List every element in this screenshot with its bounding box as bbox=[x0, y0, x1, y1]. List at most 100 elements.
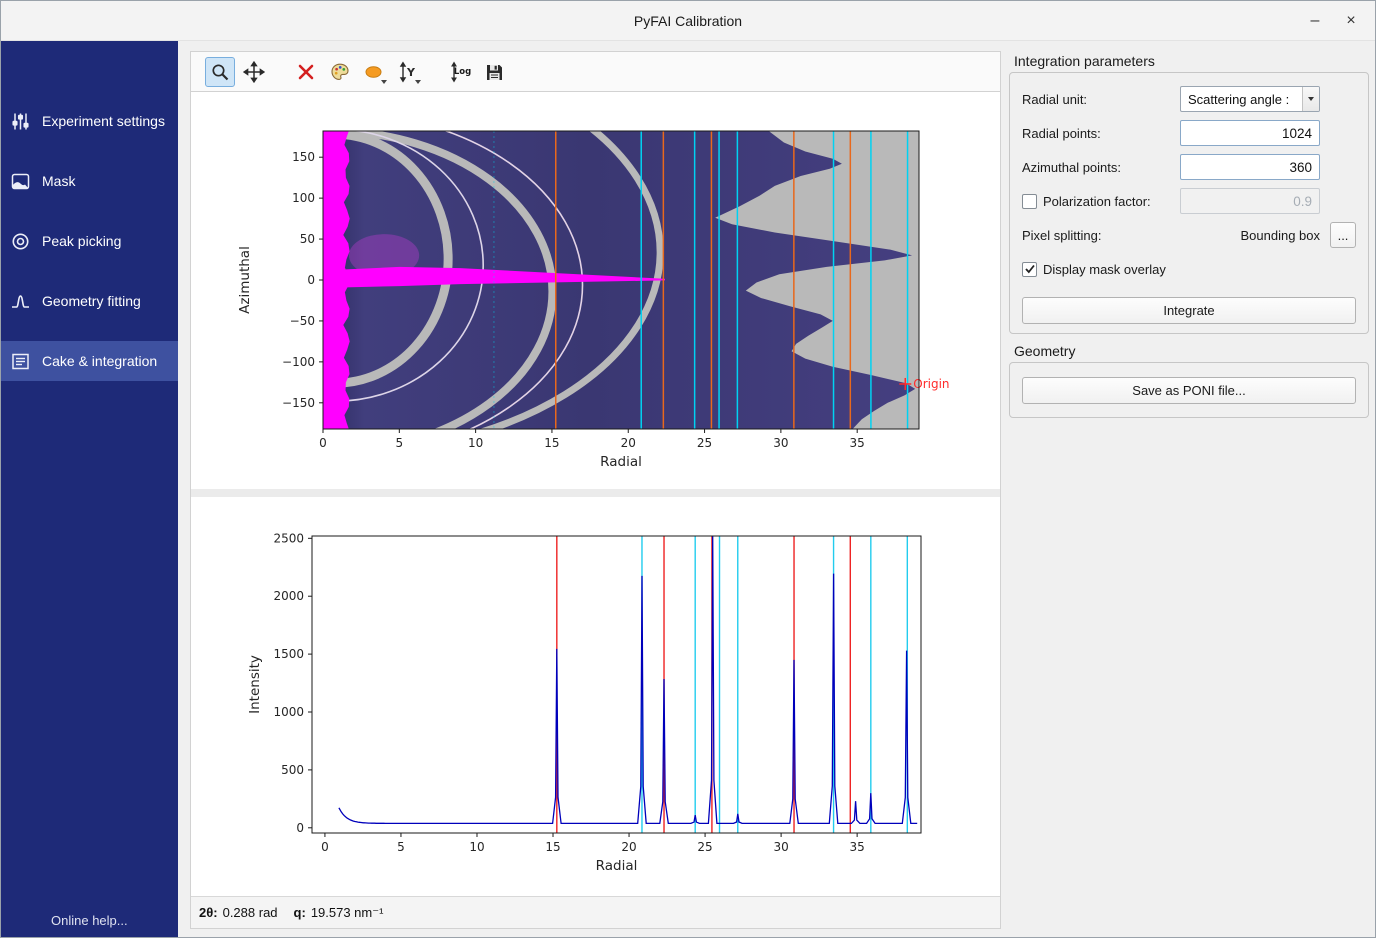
integration-plot-panel: 0510152025303505001000150020002500Radial… bbox=[191, 497, 1000, 896]
x-tick-label: 5 bbox=[397, 840, 405, 854]
options-panel: Integration parameters Radial unit: Scat… bbox=[1002, 41, 1375, 937]
x-tick-label: 25 bbox=[697, 436, 712, 450]
log-letters: Log bbox=[454, 67, 471, 77]
radial-unit-label: Radial unit: bbox=[1022, 92, 1087, 107]
y-tick-label: 500 bbox=[281, 763, 304, 777]
online-help-link[interactable]: Online help... bbox=[51, 913, 128, 928]
mask-icon bbox=[10, 171, 31, 192]
integration-plot-canvas[interactable]: 0510152025303505001000150020002500Radial… bbox=[191, 497, 1000, 896]
combo-dropdown-button[interactable] bbox=[1302, 87, 1319, 111]
radial-unit-select[interactable]: Scattering angle : bbox=[1180, 86, 1320, 112]
azimuthal-points-input[interactable] bbox=[1180, 154, 1320, 180]
integration-parameters-title: Integration parameters bbox=[1014, 53, 1155, 69]
minimize-button[interactable]: – bbox=[1297, 7, 1333, 35]
y-tick-label: −150 bbox=[282, 396, 315, 410]
integrate-row: Integrate bbox=[1022, 286, 1356, 324]
sidebar-item-geometry-fitting[interactable]: Geometry fitting bbox=[1, 281, 178, 321]
y-axis-orientation-button[interactable]: Y bbox=[393, 57, 423, 87]
geometry-title: Geometry bbox=[1014, 343, 1075, 359]
chevron-down-icon bbox=[415, 80, 421, 84]
floppy-disk-icon bbox=[483, 61, 505, 83]
x-tick-label: 30 bbox=[773, 436, 788, 450]
save-poni-button[interactable]: Save as PONI file... bbox=[1022, 377, 1356, 404]
sidebar-item-label: Cake & integration bbox=[42, 353, 157, 369]
colormap-button[interactable] bbox=[325, 57, 355, 87]
pyfai-calibration-window: PyFAI Calibration – × Experiment setting… bbox=[0, 0, 1376, 938]
pan-arrows-icon bbox=[243, 61, 265, 83]
polarization-label: Polarization factor: bbox=[1043, 194, 1151, 209]
integrate-button[interactable]: Integrate bbox=[1022, 297, 1356, 324]
sliders-icon bbox=[10, 111, 31, 132]
x-tick-label: 15 bbox=[544, 436, 559, 450]
x-tick-label: 35 bbox=[850, 436, 865, 450]
y-tick-label: 2500 bbox=[273, 531, 304, 545]
x-axis-label: Radial bbox=[596, 858, 638, 874]
window-controls: – × bbox=[1297, 1, 1369, 41]
x-tick-label: 20 bbox=[621, 840, 636, 854]
tth-value: 0.288 rad bbox=[223, 905, 278, 920]
y-tick-label: 1500 bbox=[273, 647, 304, 661]
sidebar-item-peak-picking[interactable]: Peak picking bbox=[1, 221, 178, 261]
mask-shape-button[interactable] bbox=[359, 57, 389, 87]
splitter-handle[interactable] bbox=[191, 489, 1000, 497]
x-tick-label: 5 bbox=[395, 436, 403, 450]
integration-layer bbox=[339, 536, 917, 833]
radial-unit-selected-value: Scattering angle : bbox=[1181, 92, 1302, 107]
sidebar-item-mask[interactable]: Mask bbox=[1, 161, 178, 201]
y-tick-label: 150 bbox=[292, 150, 315, 164]
radial-points-label: Radial points: bbox=[1022, 126, 1101, 141]
x-tick-label: 15 bbox=[545, 840, 560, 854]
x-tick-label: 20 bbox=[621, 436, 636, 450]
magnifier-icon bbox=[209, 61, 231, 83]
y-tick-label: 1000 bbox=[273, 705, 304, 719]
x-tick-label: 10 bbox=[468, 436, 483, 450]
chevron-down-icon bbox=[1308, 97, 1314, 101]
save-figure-button[interactable] bbox=[479, 57, 509, 87]
y-axis-label: Intensity bbox=[247, 655, 263, 714]
x-tick-label: 10 bbox=[469, 840, 484, 854]
pan-button[interactable] bbox=[239, 57, 269, 87]
mask-overlay-checkbox[interactable] bbox=[1022, 262, 1037, 277]
y-axis-letter: Y bbox=[406, 66, 416, 79]
radial-unit-row: Radial unit: Scattering angle : bbox=[1022, 82, 1356, 116]
clear-zoom-button[interactable] bbox=[291, 57, 321, 87]
geometry-group: Save as PONI file... bbox=[1009, 362, 1369, 418]
sidebar-item-experiment-settings[interactable]: Experiment settings bbox=[1, 101, 178, 141]
plot-toolbar: Y Log bbox=[191, 52, 1000, 92]
integration-parameters-group: Radial unit: Scattering angle : Radial p… bbox=[1009, 72, 1369, 334]
cake-plot-canvas[interactable]: Origin05101520253035−150−100−50050100150… bbox=[191, 92, 1000, 489]
pixel-splitting-label: Pixel splitting: bbox=[1022, 228, 1101, 243]
x-tick-label: 30 bbox=[773, 840, 788, 854]
close-button[interactable]: × bbox=[1333, 7, 1369, 35]
cake-plot-panel: Origin05101520253035−150−100−50050100150… bbox=[191, 92, 1000, 489]
radial-points-row: Radial points: bbox=[1022, 116, 1356, 150]
sidebar-item-label: Mask bbox=[42, 173, 75, 189]
polarization-row: Polarization factor: bbox=[1022, 184, 1356, 218]
peak-curve-icon bbox=[10, 291, 31, 312]
sidebar-item-label: Experiment settings bbox=[42, 113, 165, 129]
q-label: q: bbox=[294, 905, 306, 920]
pixel-splitting-more-button[interactable]: ... bbox=[1330, 222, 1356, 248]
azimuthal-points-label: Azimuthal points: bbox=[1022, 160, 1121, 175]
intensity-curve bbox=[339, 536, 917, 823]
polarization-checkbox[interactable] bbox=[1022, 194, 1037, 209]
y-tick-label: 0 bbox=[296, 821, 304, 835]
sidebar: Experiment settings Mask Peak picking Ge… bbox=[1, 41, 178, 937]
integration-panel-icon bbox=[10, 351, 31, 372]
y-tick-label: 2000 bbox=[273, 589, 304, 603]
axes-frame bbox=[312, 536, 921, 833]
y-tick-label: −100 bbox=[282, 355, 315, 369]
statusbar: 2θ: 0.288 rad q: 19.573 nm⁻¹ bbox=[191, 896, 1000, 928]
log-scale-button[interactable]: Log bbox=[445, 57, 475, 87]
concentric-rings-icon bbox=[10, 231, 31, 252]
polarization-input bbox=[1180, 188, 1320, 214]
x-axis-label: Radial bbox=[600, 454, 642, 470]
y-tick-label: 50 bbox=[300, 232, 315, 246]
sidebar-item-cake-integration[interactable]: Cake & integration bbox=[1, 341, 178, 381]
q-value: 19.573 nm⁻¹ bbox=[311, 905, 384, 921]
titlebar: PyFAI Calibration – × bbox=[1, 1, 1375, 41]
zoom-button[interactable] bbox=[205, 57, 235, 87]
radial-points-input[interactable] bbox=[1180, 120, 1320, 146]
x-tick-label: 25 bbox=[697, 840, 712, 854]
log-axis-icon: Log bbox=[449, 61, 471, 83]
